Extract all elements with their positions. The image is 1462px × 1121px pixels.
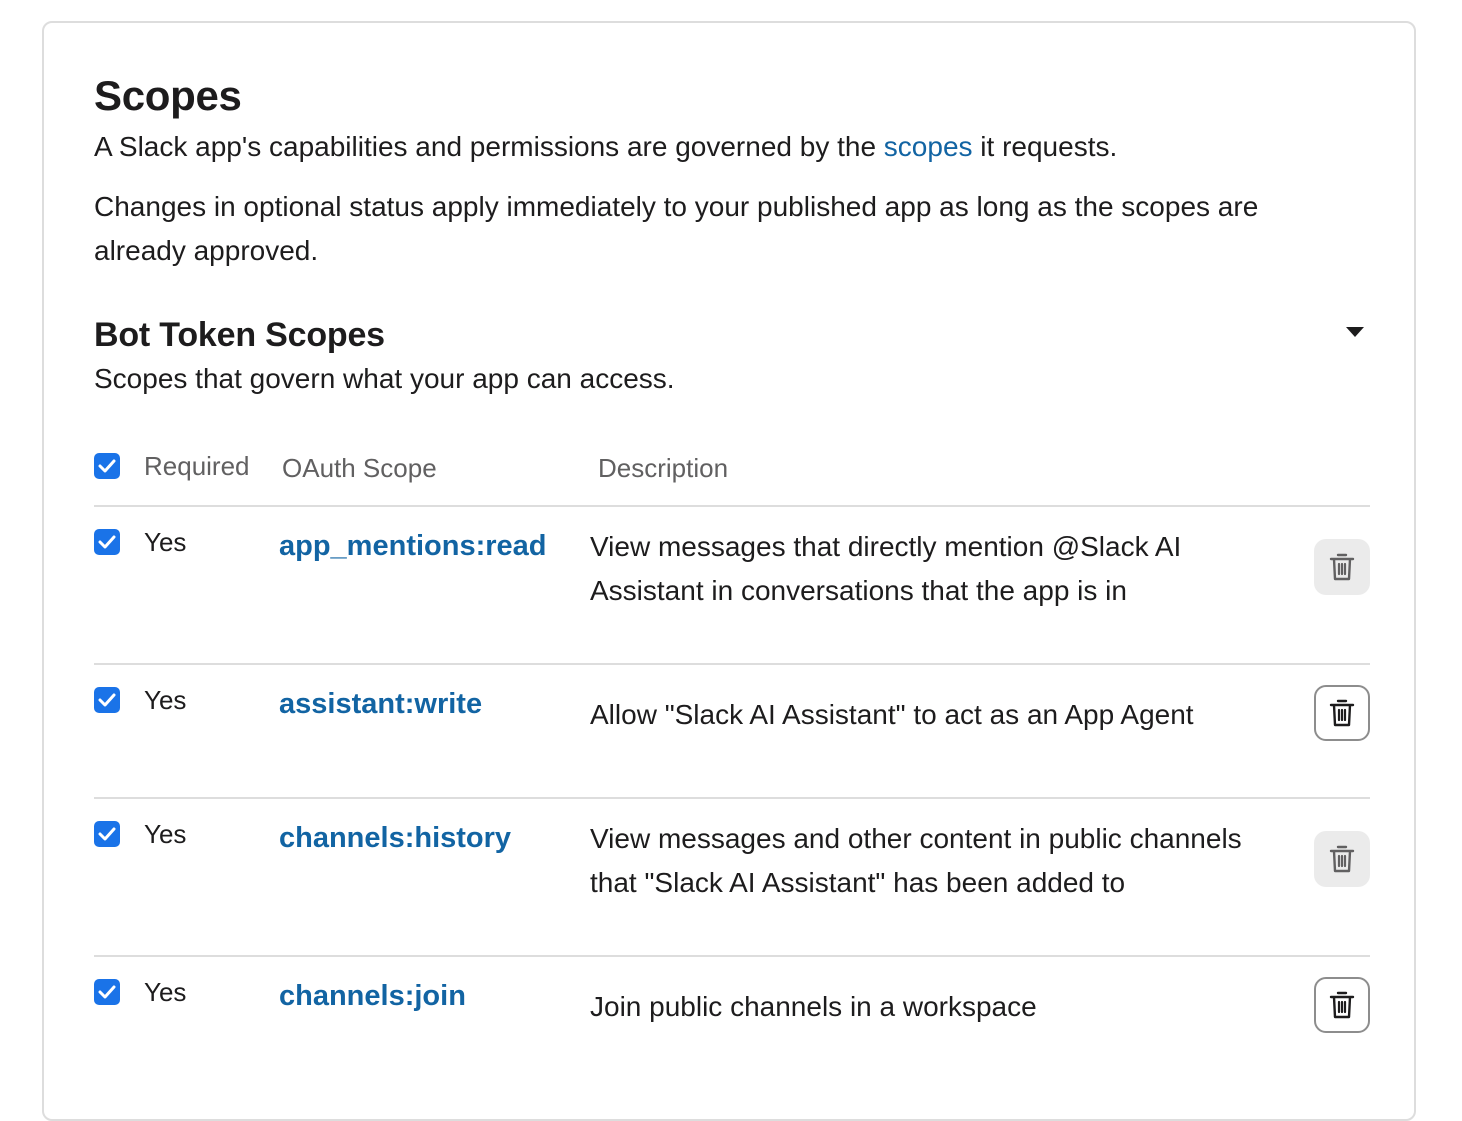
table-row: Yes app_mentions:read View messages that…: [94, 507, 1370, 665]
bot-token-scopes-subtitle: Scopes that govern what your app can acc…: [94, 363, 675, 394]
scopes-link[interactable]: scopes: [884, 131, 973, 162]
trash-icon: [1329, 553, 1355, 581]
scope-description: Allow "Slack AI Assistant" to act as an …: [590, 699, 1194, 730]
trash-icon: [1329, 699, 1355, 727]
delete-scope-button[interactable]: [1314, 539, 1370, 595]
scopes-intro: A Slack app's capabilities and permissio…: [94, 125, 1370, 169]
bot-scopes-table: Required OAuth Scope Description Yes app…: [94, 451, 1370, 1091]
caret-down-icon[interactable]: [1340, 317, 1370, 347]
scope-link[interactable]: channels:history: [279, 821, 511, 855]
column-header-required: Required: [144, 451, 250, 481]
scopes-intro-text-end: it requests.: [972, 131, 1118, 162]
table-row: Yes channels:history View messages and o…: [94, 799, 1370, 957]
checkmark-icon: [98, 535, 116, 549]
trash-icon: [1329, 991, 1355, 1019]
required-value: Yes: [144, 819, 187, 849]
checkmark-icon: [98, 827, 116, 841]
optional-status-note: Changes in optional status apply immedia…: [94, 191, 1259, 266]
scopes-card: Scopes A Slack app's capabilities and pe…: [42, 21, 1416, 1121]
checkmark-icon: [98, 459, 116, 473]
select-all-required-checkbox[interactable]: [94, 453, 120, 479]
scopes-intro-text: A Slack app's capabilities and permissio…: [94, 131, 884, 162]
scope-link[interactable]: channels:join: [279, 979, 466, 1013]
required-checkbox[interactable]: [94, 529, 120, 555]
column-header-oauth-scope: OAuth Scope: [282, 453, 437, 483]
bot-token-scopes-title: Bot Token Scopes: [94, 316, 385, 354]
required-checkbox[interactable]: [94, 979, 120, 1005]
page-title: Scopes: [94, 72, 242, 119]
scope-link[interactable]: app_mentions:read: [279, 529, 547, 563]
delete-scope-button[interactable]: [1314, 831, 1370, 887]
scope-link[interactable]: assistant:write: [279, 687, 482, 721]
table-header: Required OAuth Scope Description: [94, 451, 1370, 507]
scope-description: Join public channels in a workspace: [590, 991, 1037, 1022]
table-row: Yes assistant:write Allow "Slack AI Assi…: [94, 665, 1370, 799]
checkmark-icon: [98, 985, 116, 999]
table-row: Yes channels:join Join public channels i…: [94, 957, 1370, 1091]
required-value: Yes: [144, 527, 187, 557]
checkmark-icon: [98, 693, 116, 707]
required-checkbox[interactable]: [94, 687, 120, 713]
required-value: Yes: [144, 977, 187, 1007]
trash-icon: [1329, 845, 1355, 873]
column-header-description: Description: [598, 453, 729, 483]
required-value: Yes: [144, 685, 187, 715]
scopes-card-content: Scopes A Slack app's capabilities and pe…: [94, 71, 1370, 1091]
scope-description: View messages and other content in publi…: [590, 823, 1242, 898]
bot-token-scopes-header: Bot Token Scopes Scopes that govern what…: [94, 313, 1370, 399]
required-checkbox[interactable]: [94, 821, 120, 847]
delete-scope-button[interactable]: [1314, 977, 1370, 1033]
delete-scope-button[interactable]: [1314, 685, 1370, 741]
scope-description: View messages that directly mention @Sla…: [590, 531, 1182, 606]
